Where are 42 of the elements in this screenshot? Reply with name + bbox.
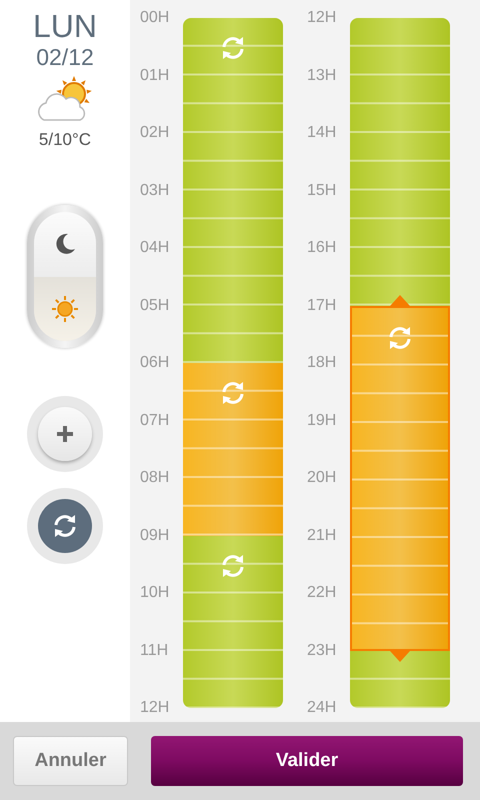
time-block[interactable] [350,306,450,650]
hour-label: 07H [140,410,170,430]
hour-label: 15H [307,180,338,200]
hour-label: 19H [307,410,338,430]
hour-label: 04H [140,238,170,258]
temperature: 5/10°C [38,130,92,150]
repeat-button[interactable] [38,499,92,553]
hour-label: 16H [307,238,338,258]
day-name: LUN [32,8,97,44]
hour-label: 06H [140,353,170,373]
hour-label: 11H [140,640,170,660]
hour-label: 05H [140,296,170,316]
time-block[interactable] [183,536,283,708]
hour-label: 12H [140,698,170,718]
hour-label: 18H [307,353,338,373]
hour-label: 24H [307,698,338,718]
hour-label: 14H [307,123,338,143]
add-button[interactable] [38,407,92,461]
time-block[interactable] [350,18,450,306]
hour-label: 12H [307,8,338,28]
time-block[interactable] [183,18,283,363]
hour-label: 10H [140,583,170,603]
time-block[interactable] [183,363,283,536]
plus-icon [56,425,74,443]
hour-label: 02H [140,123,170,143]
confirm-button[interactable]: Valider [151,736,463,786]
sun-icon [51,294,79,323]
hour-label: 13H [307,66,338,86]
hour-label: 09H [140,526,170,546]
time-block[interactable] [350,650,450,708]
day-night-toggle[interactable] [27,205,103,348]
cancel-button[interactable]: Annuler [13,736,128,786]
hour-label: 08H [140,468,170,488]
hour-label: 03H [140,180,170,200]
hour-label: 17H [307,296,338,316]
hour-label: 23H [307,640,338,660]
hour-label: 00H [140,8,170,28]
hour-label: 22H [307,583,338,603]
hour-label: 01H [140,66,170,86]
date: 02/12 [36,44,94,70]
hour-label: 21H [307,526,338,546]
hour-label: 20H [307,468,338,488]
